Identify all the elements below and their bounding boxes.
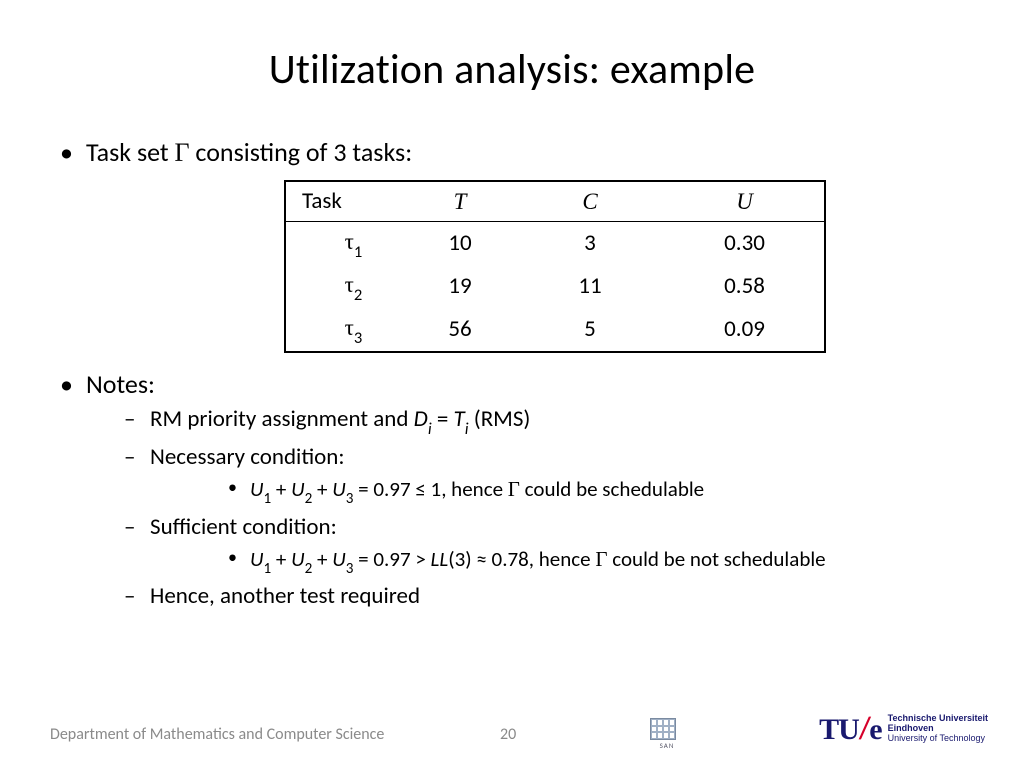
necessary-sublist: U1 + U2 + U3 = 0.97 ≤ 1, hence Γ could b… xyxy=(150,475,974,508)
cell-u: 0.58 xyxy=(665,265,825,308)
u-symbol: U xyxy=(250,476,263,502)
table-row: τ3 56 5 0.09 xyxy=(285,308,825,352)
cell-c: 3 xyxy=(515,222,665,265)
u-symbol: U xyxy=(250,546,263,572)
cell-c: 5 xyxy=(515,308,665,352)
table-row: τ1 10 3 0.30 xyxy=(285,222,825,265)
u-sub: 2 xyxy=(305,490,313,508)
table-header-row: Task T C U xyxy=(285,181,825,222)
col-task: Task xyxy=(285,181,405,222)
task-table: Task T C U τ1 10 3 0.30 xyxy=(284,180,826,353)
u-symbol: U xyxy=(332,476,345,502)
plus: + xyxy=(312,476,332,502)
plus: + xyxy=(271,476,291,502)
san-logo: SAN xyxy=(650,718,684,750)
intro-bullet: Task set Γ consisting of 3 tasks: Task T… xyxy=(50,135,974,353)
cell-t: 56 xyxy=(405,308,515,352)
intro-before: Task set xyxy=(86,136,175,168)
plus: + xyxy=(271,546,291,572)
col-t: T xyxy=(405,181,515,222)
note2-label: Necessary condition: xyxy=(150,443,345,471)
slide-title: Utilization analysis: example xyxy=(50,44,974,95)
note1-before: RM priority assignment and xyxy=(150,405,414,433)
cell-u: 0.09 xyxy=(665,308,825,352)
eq-text: = xyxy=(432,405,454,433)
cell-u: 0.30 xyxy=(665,222,825,265)
u-sub: 1 xyxy=(263,490,271,508)
tau-symbol: τ xyxy=(345,315,354,340)
col-u: U xyxy=(665,181,825,222)
note3-label: Sufficient condition: xyxy=(150,513,337,541)
note-necessary: Necessary condition: U1 + U2 + U3 = 0.97… xyxy=(86,442,974,508)
sufficient-detail: U1 + U2 + U3 = 0.97 > LL(3) ≈ 0.78, henc… xyxy=(150,545,974,578)
intro-after: consisting of 3 tasks: xyxy=(190,136,413,168)
necessary-detail: U1 + U2 + U3 = 0.97 ≤ 1, hence Γ could b… xyxy=(150,475,974,508)
i-sub: i xyxy=(465,419,469,439)
top-list: Task set Γ consisting of 3 tasks: Task T… xyxy=(50,135,974,612)
cell-t: 19 xyxy=(405,265,515,308)
footer-page-number: 20 xyxy=(500,725,516,744)
table-wrapper: Task T C U τ1 10 3 0.30 xyxy=(284,180,974,353)
slide-content: Task set Γ consisting of 3 tasks: Task T… xyxy=(50,135,974,612)
footer-dept: Department of Mathematics and Computer S… xyxy=(50,725,384,744)
note-rm: RM priority assignment and Di = Ti (RMS) xyxy=(86,404,974,438)
note-hence: Hence, another test required xyxy=(86,581,974,612)
col-c: C xyxy=(515,181,665,222)
gamma-symbol: Γ xyxy=(595,547,607,571)
tue-text: Technische Universiteit Eindhoven Univer… xyxy=(888,714,988,744)
tue-line3: University of Technology xyxy=(888,734,988,744)
gamma-symbol: Γ xyxy=(175,138,190,167)
slide: Utilization analysis: example Task set Γ… xyxy=(0,0,1024,768)
tue-logo: TU/e Technische Universiteit Eindhoven U… xyxy=(819,710,988,748)
u-sub: 3 xyxy=(346,560,354,578)
tue-tu: TU xyxy=(819,713,859,747)
table-row: τ2 19 11 0.58 xyxy=(285,265,825,308)
plus: + xyxy=(312,546,332,572)
eq-text: = 0.97 > xyxy=(353,546,430,572)
tau-symbol: τ xyxy=(345,272,354,297)
cell-c: 11 xyxy=(515,265,665,308)
task-sub: 3 xyxy=(354,328,362,348)
note-sufficient: Sufficient condition: U1 + U2 + U3 = 0.9… xyxy=(86,512,974,578)
ll-symbol: LL xyxy=(431,546,449,572)
i-sub: i xyxy=(428,419,432,439)
t-symbol: T xyxy=(453,405,464,433)
paren-text: (3) ≈ 0.78, hence xyxy=(448,546,595,572)
notes-label: Notes: xyxy=(86,368,155,400)
notes-sublist: RM priority assignment and Di = Ti (RMS)… xyxy=(86,404,974,612)
eq-text: = 0.97 ≤ 1, hence xyxy=(353,476,507,502)
note1-after: (RMS) xyxy=(469,405,531,433)
footer: Department of Mathematics and Computer S… xyxy=(0,710,1024,750)
notes-bullet: Notes: RM priority assignment and Di = T… xyxy=(50,367,974,612)
u-sub: 1 xyxy=(263,560,271,578)
sufficient-sublist: U1 + U2 + U3 = 0.97 > LL(3) ≈ 0.78, henc… xyxy=(150,545,974,578)
gamma-symbol: Γ xyxy=(508,477,520,501)
after-text: could be schedulable xyxy=(520,476,704,502)
d-symbol: D xyxy=(414,405,428,433)
cell-t: 10 xyxy=(405,222,515,265)
task-sub: 1 xyxy=(354,242,362,262)
after-text: could be not schedulable xyxy=(608,546,826,572)
tau-symbol: τ xyxy=(345,229,354,254)
u-sub: 3 xyxy=(346,490,354,508)
u-symbol: U xyxy=(291,476,304,502)
tue-mark: TU/e xyxy=(819,710,881,748)
tue-e: e xyxy=(869,713,881,747)
san-label: SAN xyxy=(650,741,684,750)
u-symbol: U xyxy=(332,546,345,572)
u-symbol: U xyxy=(291,546,304,572)
san-grid-icon xyxy=(650,718,676,740)
task-sub: 2 xyxy=(354,285,362,305)
u-sub: 2 xyxy=(305,560,313,578)
